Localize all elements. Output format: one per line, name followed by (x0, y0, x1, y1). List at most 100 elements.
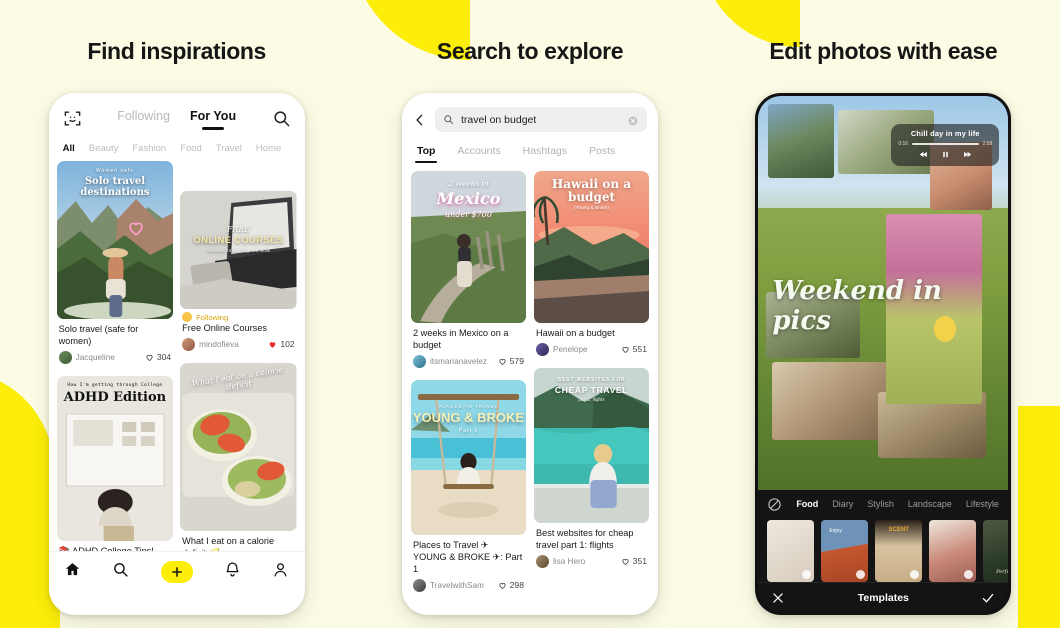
avatar (182, 337, 196, 351)
like-count-group[interactable]: 579 (498, 356, 524, 366)
card-author[interactable]: mindofieva (182, 337, 239, 351)
author-name: TravelwithSam (429, 580, 484, 590)
download-icon[interactable] (910, 570, 920, 579)
card-author[interactable]: Penelope (535, 342, 588, 356)
following-badge: Following (180, 309, 297, 323)
chip-home[interactable]: Home (256, 143, 281, 154)
back-arrow-icon[interactable] (413, 113, 427, 127)
tab-top[interactable]: Top (417, 145, 435, 163)
music-track[interactable] (912, 143, 979, 145)
card-thumbnail[interactable]: What I eat on a calorie deficit (180, 362, 297, 531)
card-thumbnail[interactable]: Women safe Solo travel destinations (56, 161, 174, 319)
card-thumbnail[interactable]: FREE ONLINE COURSES websites for learnin… (180, 191, 297, 309)
chip-fashion[interactable]: Fashion (132, 143, 166, 154)
music-title: Chill day in my life (910, 129, 980, 138)
feed-card-solo-travel[interactable]: Women safe Solo travel destinations Solo… (56, 161, 174, 368)
author-name: Penelope (552, 344, 588, 354)
heart-icon (146, 354, 153, 361)
tab-posts[interactable]: Posts (589, 145, 615, 163)
like-count: 102 (280, 339, 295, 350)
collage-photo-group[interactable] (772, 362, 895, 440)
music-player-widget[interactable]: Chill day in my life 0:16 2:58 (891, 124, 1000, 166)
overlay-text-weekend[interactable]: Weekend in pics (772, 276, 1008, 336)
result-card-mexico[interactable]: 2 weeks in Mexico under $700 2 weeks in … (410, 171, 526, 372)
like-count: 351 (632, 556, 647, 567)
chip-beauty[interactable]: Beauty (89, 143, 119, 154)
feed-column-right: FREE ONLINE COURSES websites for learnin… (180, 161, 297, 590)
card-author[interactable]: TravelwithSam (412, 578, 484, 592)
close-icon[interactable] (771, 591, 785, 605)
download-icon[interactable] (856, 570, 866, 579)
template-perfume-grid[interactable] (767, 520, 815, 582)
category-diary[interactable]: Diary (832, 499, 853, 509)
editor-title: Templates (857, 591, 909, 604)
tab-hashtags[interactable]: Hashtags (523, 145, 567, 163)
tab-accounts[interactable]: Accounts (457, 145, 500, 163)
result-card-cheap-travel[interactable]: BEST WEBSITES FOR CHEAP TRAVEL part 1: f… (533, 367, 649, 572)
card-author[interactable]: Jacqueline (58, 350, 115, 364)
template-handbag[interactable] (929, 520, 977, 582)
card-author[interactable]: itsmarianavelez (412, 354, 487, 368)
nav-home-icon[interactable] (64, 561, 81, 583)
result-card-young-broke[interactable]: PLACES TO TRAVEL YOUNG & BROKE Part 1 Pl… (410, 379, 526, 596)
like-count-group[interactable]: 298 (498, 580, 524, 590)
clear-icon[interactable] (627, 114, 639, 126)
card-thumbnail[interactable]: 2 weeks in Mexico under $700 (410, 171, 526, 323)
nav-plus-icon[interactable] (160, 560, 193, 583)
face-scan-icon[interactable] (63, 109, 82, 128)
card-caption: Best websites for cheap travel part 1: f… (535, 527, 634, 550)
like-count-group[interactable]: 102 (268, 339, 295, 350)
template-scent[interactable]: SCENT (875, 520, 923, 582)
search-input[interactable]: travel on budget (434, 107, 647, 132)
download-icon[interactable] (964, 570, 974, 579)
nav-search-icon[interactable] (112, 561, 129, 583)
card-author[interactable]: lisa Hero (535, 554, 585, 568)
collage-photo-mountain[interactable] (768, 104, 835, 178)
feed-card-calorie-deficit[interactable]: What I eat on a calorie deficit What I e… (180, 362, 297, 580)
template-thumbnails: Enjoy SCENT Perfume (758, 518, 1009, 582)
rewind-icon[interactable] (919, 150, 928, 161)
like-count: 304 (156, 352, 172, 363)
check-icon[interactable] (981, 591, 995, 605)
category-lifestyle[interactable]: Lifestyle (966, 499, 999, 509)
category-landscape[interactable]: Landscape (908, 499, 952, 509)
category-stylish[interactable]: Stylish (867, 499, 894, 509)
card-caption: Free Online Courses (182, 323, 267, 333)
editor-canvas[interactable]: Chill day in my life 0:16 2:58 Weekend i… (758, 96, 1009, 496)
search-icon[interactable] (272, 109, 291, 128)
tab-for-you[interactable]: For You (190, 109, 236, 128)
result-card-hawaii[interactable]: Hawaii on a budget (Young & Broke) Hawai… (533, 171, 649, 360)
like-count-group[interactable]: 351 (621, 556, 647, 566)
column-search-to-explore: Search to explore travel on budget Top A… (353, 0, 706, 628)
template-travel-car[interactable]: Enjoy (821, 520, 869, 582)
chip-all[interactable]: All (63, 143, 75, 154)
avatar (412, 578, 426, 592)
card-meta: TravelwithSam 298 (411, 578, 526, 596)
card-thumbnail[interactable]: Hawaii on a budget (Young & Broke) (533, 171, 649, 323)
template-categories: Food Diary Stylish Landscape Lifestyle B (758, 490, 1008, 518)
search-value: travel on budget (460, 113, 537, 126)
column-find-inspirations: Find inspirations Following For You All … (0, 0, 353, 628)
chip-travel[interactable]: Travel (216, 143, 242, 154)
no-template-icon[interactable] (767, 497, 782, 512)
pause-icon[interactable] (941, 150, 950, 161)
tab-following[interactable]: Following (117, 109, 170, 128)
music-progress[interactable]: 0:16 2:58 (898, 141, 992, 147)
card-meta: mindofieva 102 (180, 337, 297, 355)
template-perfume-dark[interactable]: Perfume (983, 520, 1009, 582)
card-caption: Places to Travel ✈ YOUNG & BROKE ✈: Part… (412, 539, 523, 574)
feed-card-free-courses[interactable]: FREE ONLINE COURSES websites for learnin… (180, 191, 297, 355)
card-thumbnail[interactable]: BEST WEBSITES FOR CHEAP TRAVEL part 1: f… (533, 367, 649, 523)
chip-food[interactable]: Food (180, 143, 202, 154)
like-count-group[interactable]: 551 (621, 344, 647, 354)
template-label: SCENT (888, 527, 909, 533)
like-count-group[interactable]: 304 (145, 352, 171, 362)
download-icon[interactable] (802, 570, 812, 579)
forward-icon[interactable] (963, 150, 972, 161)
category-food[interactable]: Food (796, 499, 818, 509)
card-thumbnail[interactable]: PLACES TO TRAVEL YOUNG & BROKE Part 1 (410, 379, 526, 535)
nav-bell-icon[interactable] (224, 561, 241, 583)
feed-column-left: Women safe Solo travel destinations Solo… (56, 161, 174, 590)
nav-profile-icon[interactable] (272, 561, 289, 583)
card-thumbnail[interactable]: How I'm getting through College ADHD Edi… (56, 375, 174, 541)
